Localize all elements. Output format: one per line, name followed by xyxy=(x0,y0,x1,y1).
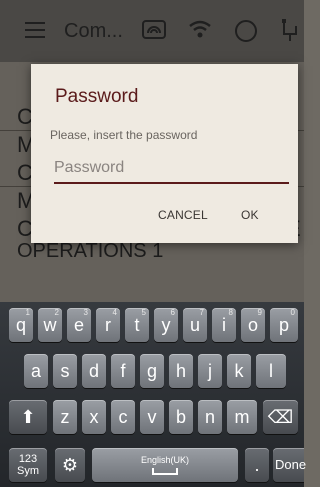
password-dialog: Password Please, insert the password CAN… xyxy=(31,64,298,243)
sym-key[interactable]: 123 Sym xyxy=(9,448,47,482)
cancel-button[interactable]: CANCEL xyxy=(158,208,208,222)
ok-button[interactable]: OK xyxy=(241,208,259,222)
key-h[interactable]: h xyxy=(169,354,193,388)
key-k[interactable]: k xyxy=(227,354,251,388)
dialog-message: Please, insert the password xyxy=(50,128,198,142)
circle-icon[interactable] xyxy=(232,16,260,44)
cast-icon[interactable] xyxy=(140,16,168,44)
key-v[interactable]: v xyxy=(140,400,164,434)
key-b[interactable]: b xyxy=(169,400,193,434)
key-e[interactable]: 3e xyxy=(67,308,91,342)
space-key[interactable]: English(UK) xyxy=(92,448,238,482)
key-g[interactable]: g xyxy=(140,354,164,388)
key-c[interactable]: c xyxy=(111,400,135,434)
key-p[interactable]: 0p xyxy=(270,308,298,342)
space-bar-icon xyxy=(152,468,178,475)
usb-icon[interactable] xyxy=(276,16,304,44)
password-input[interactable] xyxy=(54,154,289,184)
app-bar: Com... xyxy=(0,0,304,62)
key-a[interactable]: a xyxy=(24,354,48,388)
key-s[interactable]: s xyxy=(53,354,77,388)
gear-icon: ⚙ xyxy=(61,455,79,475)
period-key[interactable]: . xyxy=(245,448,269,482)
wifi-icon[interactable] xyxy=(186,16,214,44)
soft-keyboard: 1q 2w 3e 4r 5t 6y 7u 8i 9o 0p a s d f g … xyxy=(0,302,306,487)
app-title: Com... xyxy=(64,20,123,42)
key-i[interactable]: 8i xyxy=(212,308,236,342)
dialog-title: Password xyxy=(55,86,139,107)
space-language-label: English(UK) xyxy=(140,455,189,465)
key-t[interactable]: 5t xyxy=(125,308,149,342)
menu-icon[interactable] xyxy=(25,22,45,38)
key-n[interactable]: n xyxy=(198,400,222,434)
key-x[interactable]: x xyxy=(82,400,106,434)
key-y[interactable]: 6y xyxy=(154,308,178,342)
key-u[interactable]: 7u xyxy=(183,308,207,342)
key-j[interactable]: j xyxy=(198,354,222,388)
key-z[interactable]: z xyxy=(53,400,77,434)
key-q[interactable]: 1q xyxy=(9,308,33,342)
key-m[interactable]: m xyxy=(227,400,257,434)
key-o[interactable]: 9o xyxy=(241,308,265,342)
shift-key[interactable]: ⬆ xyxy=(9,400,47,434)
done-key[interactable]: Done xyxy=(273,448,306,482)
key-w[interactable]: 2w xyxy=(38,308,62,342)
key-r[interactable]: 4r xyxy=(96,308,120,342)
delete-key[interactable]: ⌫ xyxy=(263,400,298,434)
key-d[interactable]: d xyxy=(82,354,106,388)
key-l[interactable]: l xyxy=(256,354,286,388)
settings-key[interactable]: ⚙ xyxy=(55,448,85,482)
key-f[interactable]: f xyxy=(111,354,135,388)
